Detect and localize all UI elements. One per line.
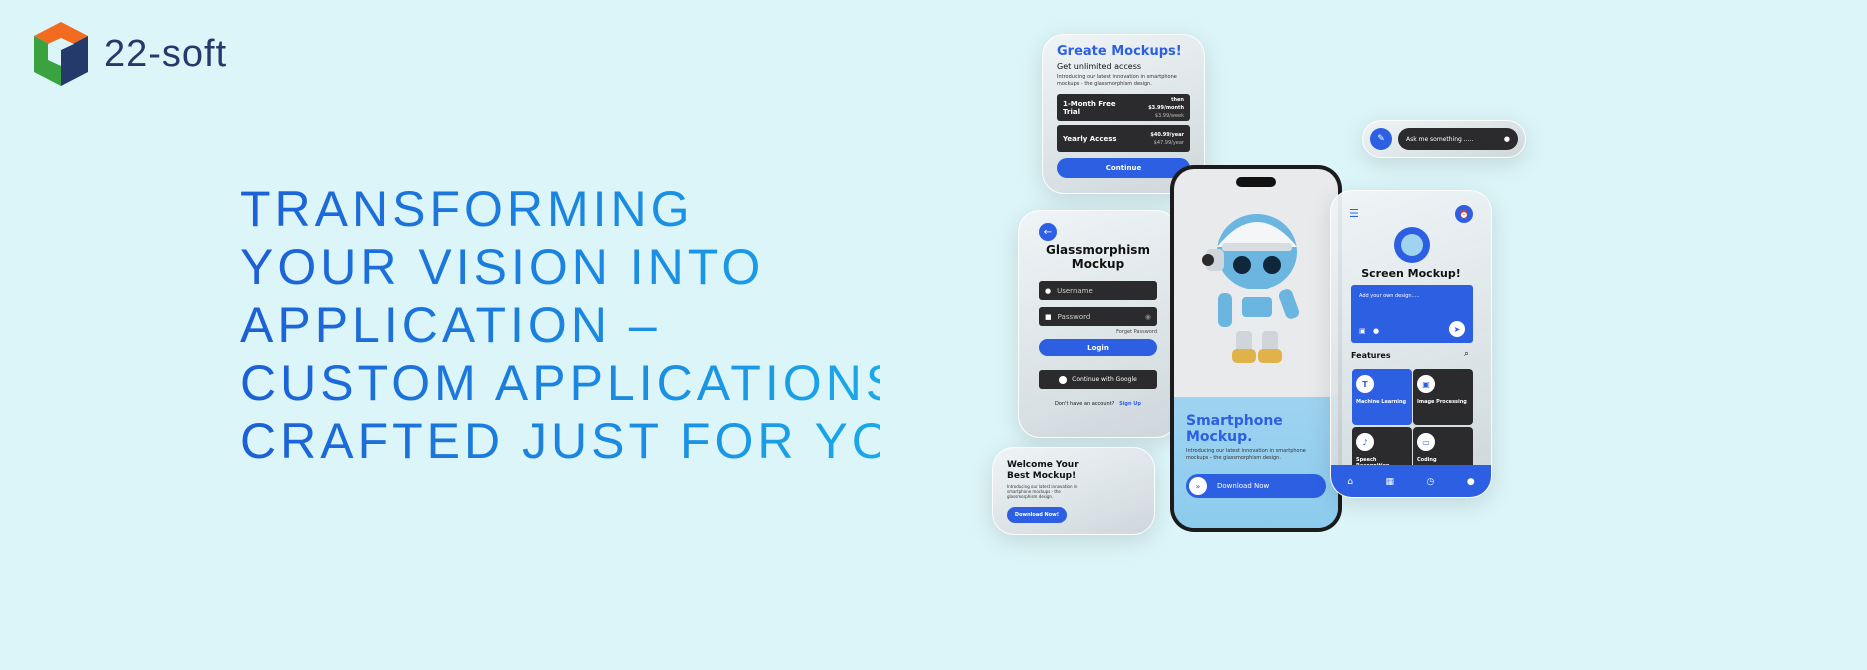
eye-icon[interactable]: ◉ xyxy=(1145,313,1151,321)
image-icon: ▣ xyxy=(1417,375,1435,393)
pencil-icon[interactable]: ✎ xyxy=(1370,128,1392,150)
pricing-subtitle: Get unlimited access xyxy=(1057,62,1142,71)
phone-download-button[interactable]: » Download Now xyxy=(1186,474,1326,498)
robot-illustration xyxy=(1202,214,1300,363)
design-input-box[interactable]: Add your own design..... ▣ ● ➤ xyxy=(1351,285,1473,343)
features-label: Features xyxy=(1351,351,1391,360)
menu-icon[interactable]: ☰ xyxy=(1349,207,1359,220)
phone-hero-panel: Smartphone Mockup. Introducing our lates… xyxy=(1174,397,1338,528)
nav-profile-icon[interactable]: ● xyxy=(1467,477,1475,487)
headline-line: APPLICATION – xyxy=(240,296,880,354)
plan-monthly[interactable]: 1-Month Free Trial then $3.99/month $3.99… xyxy=(1057,94,1190,121)
monitor-icon: ▭ xyxy=(1417,433,1435,451)
image-icon[interactable]: ▣ xyxy=(1359,327,1366,335)
double-chevron-icon: » xyxy=(1189,477,1207,495)
screen-title: Screen Mockup! xyxy=(1361,267,1461,280)
headline-line: CRAFTED JUST FOR YOU xyxy=(240,413,935,469)
brand-name: 22-soft xyxy=(104,32,228,75)
continue-button[interactable]: Continue xyxy=(1057,158,1190,178)
google-button[interactable]: Continue with Google xyxy=(1039,370,1157,389)
send-icon[interactable]: ➤ xyxy=(1449,321,1465,337)
headline-line: CUSTOM APPLICATIONS xyxy=(240,355,904,411)
hero-headline: TRANSFORMING YOUR VISION INTO APPLICATIO… xyxy=(240,180,935,470)
text-icon: T xyxy=(1356,375,1374,393)
forgot-password-link[interactable]: Forget Password xyxy=(1039,329,1157,335)
login-title: Glassmorphism Mockup xyxy=(1046,243,1150,271)
alarm-icon[interactable]: ⏰ xyxy=(1455,205,1473,223)
brand-logo[interactable]: 22-soft xyxy=(30,20,227,88)
chat-bar-card: ✎ Ask me something ..... ● xyxy=(1362,120,1526,158)
lock-icon: ■ xyxy=(1045,312,1052,321)
bottom-nav: ⌂ ▦ ◷ ● xyxy=(1331,465,1491,497)
welcome-title: Welcome Your Best Mockup! xyxy=(1007,460,1079,481)
phone-screen: Smartphone Mockup. Introducing our lates… xyxy=(1174,169,1338,528)
speaker-icon: ♪ xyxy=(1356,433,1374,451)
user-icon: ● xyxy=(1045,286,1052,295)
mic-icon[interactable]: ● xyxy=(1373,327,1379,335)
phone-frame: Smartphone Mockup. Introducing our lates… xyxy=(1170,165,1342,532)
password-field[interactable]: ■ Password ◉ xyxy=(1039,307,1157,326)
nav-clock-icon[interactable]: ◷ xyxy=(1426,477,1434,487)
welcome-desc: Introducing our latest innovation in sma… xyxy=(1007,484,1078,499)
download-now-button[interactable]: Download Now! xyxy=(1007,507,1067,523)
avatar xyxy=(1394,227,1430,263)
username-field[interactable]: ● Username xyxy=(1039,281,1157,300)
phone-desc: Introducing our latest innovation in sma… xyxy=(1186,448,1306,461)
signup-link[interactable]: Sign Up xyxy=(1119,401,1141,407)
phone-title: Smartphone Mockup. xyxy=(1186,413,1283,445)
chat-input[interactable]: Ask me something ..... ● xyxy=(1398,128,1518,150)
signup-row: Don't have an account? Sign Up xyxy=(1055,401,1141,407)
google-icon xyxy=(1059,375,1068,384)
pricing-desc: Introducing our latest innovation in sma… xyxy=(1057,74,1177,87)
feature-machine-learning[interactable]: T Machine Learning xyxy=(1352,369,1412,425)
dynamic-island xyxy=(1236,177,1276,187)
headline-line: TRANSFORMING xyxy=(240,180,880,238)
feature-image-processing[interactable]: ▣ Image Processing xyxy=(1413,369,1473,425)
login-button[interactable]: Login xyxy=(1039,339,1157,356)
plan-yearly[interactable]: Yearly Access $40.99/year $47.99/year xyxy=(1057,125,1190,152)
welcome-card: Welcome Your Best Mockup! Introducing ou… xyxy=(992,447,1155,535)
login-card: ← Glassmorphism Mockup ● Username ■ Pass… xyxy=(1018,210,1178,438)
nav-home-icon[interactable]: ⌂ xyxy=(1347,477,1353,487)
microphone-icon[interactable]: ● xyxy=(1504,135,1510,143)
search-icon[interactable]: ⌕ xyxy=(1464,349,1469,359)
pricing-title: Greate Mockups! xyxy=(1057,44,1182,59)
headline-line: YOUR VISION INTO xyxy=(240,238,880,296)
screen-mockup-card: ☰ ⏰ Screen Mockup! Add your own design..… xyxy=(1330,190,1492,498)
back-arrow-icon[interactable]: ← xyxy=(1039,223,1057,241)
cube-logo-icon xyxy=(34,22,88,86)
nav-grid-icon[interactable]: ▦ xyxy=(1385,477,1394,487)
